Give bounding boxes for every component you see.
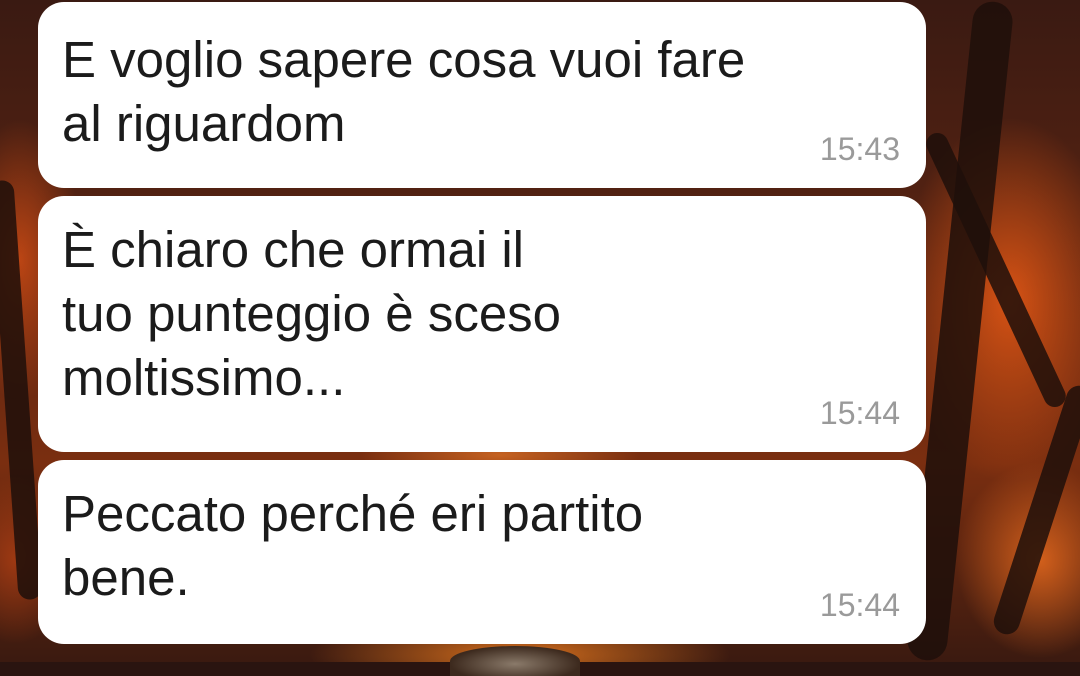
message-bubble[interactable]: E voglio sapere cosa vuoi fare al riguar… xyxy=(38,2,926,188)
wallpaper-emblem xyxy=(450,646,580,676)
message-timestamp: 15:44 xyxy=(819,587,900,623)
message-bubble[interactable]: È chiaro che ormai il tuo punteggio è sc… xyxy=(38,196,926,452)
message-timestamp: 15:44 xyxy=(819,395,900,431)
message-text: È chiaro che ormai il tuo punteggio è sc… xyxy=(62,221,562,406)
message-text: E voglio sapere cosa vuoi fare al riguar… xyxy=(62,31,746,152)
wallpaper-branch xyxy=(990,382,1080,638)
message-timestamp: 15:43 xyxy=(819,131,900,167)
message-text: Peccato perché eri partito bene. xyxy=(62,485,644,606)
wallpaper-branch xyxy=(0,179,43,601)
message-bubble[interactable]: Peccato perché eri partito bene. 15:44 xyxy=(38,460,926,644)
